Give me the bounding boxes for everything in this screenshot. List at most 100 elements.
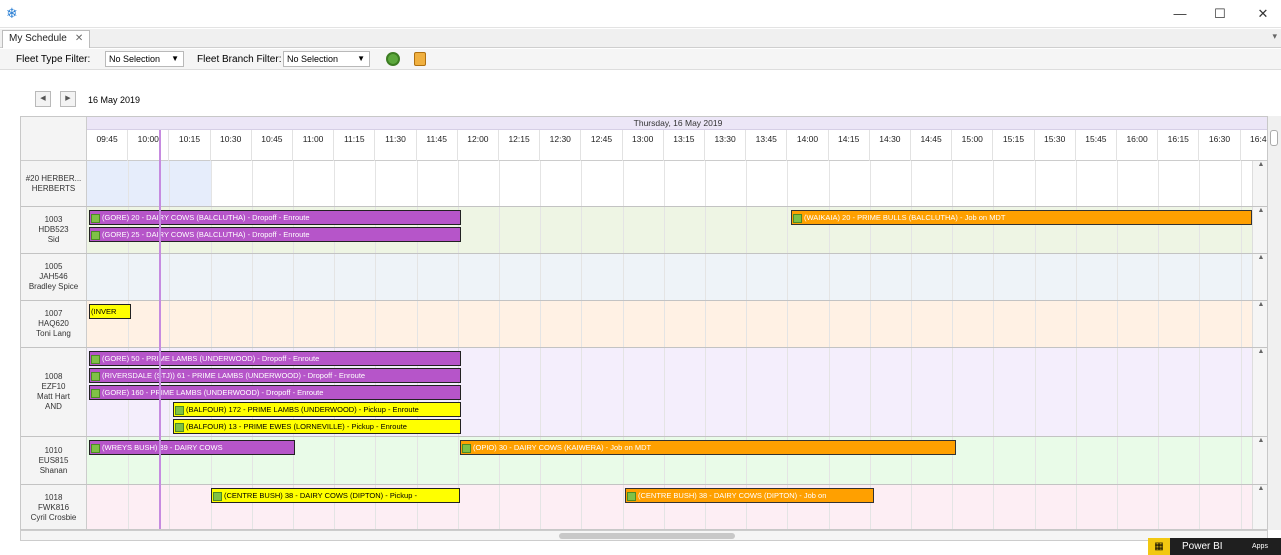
grid-line xyxy=(1158,437,1160,484)
time-header: 09:45 10:00 10:15 10:30 10:45 11:00 11:15 11:30… xyxy=(87,130,1267,161)
power-bi-icon[interactable]: ▦ xyxy=(1148,538,1170,555)
minimize-button[interactable]: — xyxy=(1165,4,1195,24)
grid-line xyxy=(1075,437,1077,484)
row-scrollbar[interactable]: ▲ xyxy=(1252,161,1267,206)
prev-day-button[interactable]: ◀ xyxy=(35,91,51,107)
time-label: 15:15 xyxy=(993,130,1035,161)
appointment-block[interactable]: (OPIO) 30 - DAIRY COWS (KAIWERA) - Job o… xyxy=(460,440,956,455)
resource-timeline[interactable]: (GORE) 20 - DAIRY COWS (BALCLUTHA) - Dro… xyxy=(87,207,1252,253)
horizontal-scrollbar[interactable] xyxy=(20,530,1268,541)
resource-timeline[interactable]: (WREYS BUSH) 39 - DAIRY COWS (OPIO) 30 - … xyxy=(87,437,1252,484)
close-window-button[interactable]: ✕ xyxy=(1248,4,1278,24)
fleet-type-select[interactable]: No Selection ▼ xyxy=(105,51,184,67)
resource-label: 1003 HDB523 Sid xyxy=(21,207,87,253)
appointment-block[interactable]: (BALFOUR) 13 - PRIME EWES (LORNEVILLE) -… xyxy=(173,419,461,434)
header-corner xyxy=(21,117,87,161)
row-scrollbar[interactable]: ▲ xyxy=(1252,207,1267,253)
appointment-block[interactable]: (CENTRE BUSH) 38 - DAIRY COWS (DIPTON) -… xyxy=(625,488,874,503)
appointment-block[interactable]: (BALFOUR) 172 - PRIME LAMBS (UNDERWOOD) … xyxy=(173,402,461,417)
grid-line xyxy=(1034,254,1036,300)
grid-line xyxy=(1034,437,1036,484)
grid-line xyxy=(705,348,706,436)
resource-label-line: 1005 xyxy=(44,262,63,271)
grid-line xyxy=(1117,485,1118,529)
row-scrollbar[interactable]: ▲ xyxy=(1252,348,1267,436)
resource-label-line: Toni Lang xyxy=(36,329,71,338)
grid-line xyxy=(499,161,500,206)
grid-line xyxy=(828,161,830,206)
resource-timeline[interactable]: (CENTRE BUSH) 38 - DAIRY COWS (DIPTON) -… xyxy=(87,485,1252,529)
resource-label-line: 1018 xyxy=(44,492,63,502)
appointment-block[interactable]: (INVER xyxy=(89,304,131,319)
resource-label-line: JAH546 xyxy=(39,272,68,281)
lock-icon[interactable] xyxy=(414,52,426,66)
row-scrollbar[interactable]: ▲ xyxy=(1252,254,1267,300)
status-check-icon xyxy=(213,491,222,501)
row-scrollbar[interactable]: ▲ xyxy=(1252,485,1267,529)
appointment-block[interactable]: (GORE) 25 - DAIRY COWS (BALCLUTHA) - Dro… xyxy=(89,227,461,242)
grid-line xyxy=(581,207,583,253)
grid-line xyxy=(499,207,500,253)
resource-row: 1008 EZF10 Matt Hart AND (GORE) 50 - PRIME L… xyxy=(21,348,1267,437)
grid-line xyxy=(416,161,418,206)
status-check-icon xyxy=(91,354,100,364)
resource-label: 1008 EZF10 Matt Hart AND xyxy=(21,348,87,436)
grid-line xyxy=(128,485,130,529)
row-scrollbar[interactable]: ▲ xyxy=(1252,437,1267,484)
fleet-branch-label: Fleet Branch Filter: xyxy=(197,54,282,65)
outer-scrollbar[interactable] xyxy=(1268,116,1281,530)
appointment-block[interactable]: (WAIKAIA) 20 - PRIME BULLS (BALCLUTHA) -… xyxy=(791,210,1252,225)
time-label: 10:45 xyxy=(252,130,293,161)
grid-line xyxy=(952,301,954,347)
appointment-block[interactable]: (CENTRE BUSH) 38 - DAIRY COWS (DIPTON) -… xyxy=(211,488,460,503)
grid-line xyxy=(993,437,995,484)
time-label: 11:15 xyxy=(334,130,376,161)
fleet-branch-value: No Selection xyxy=(287,54,339,64)
time-label: 15:30 xyxy=(1035,130,1076,161)
grid-line xyxy=(1199,254,1201,300)
time-label: 16:45 xyxy=(1241,130,1267,161)
grid-line xyxy=(622,301,624,347)
horizontal-scroll-thumb[interactable] xyxy=(559,533,735,539)
appointment-block[interactable]: (GORE) 20 - DAIRY COWS (BALCLUTHA) - Dro… xyxy=(89,210,461,225)
next-day-button[interactable]: ▶ xyxy=(60,91,76,107)
grid-line xyxy=(911,485,912,529)
appointment-text: (INVER xyxy=(91,307,117,316)
appointment-text: (BALFOUR) 172 - PRIME LAMBS (UNDERWOOD) … xyxy=(186,405,419,414)
grid-line xyxy=(869,348,871,436)
appointment-block[interactable]: (WREYS BUSH) 39 - DAIRY COWS xyxy=(89,440,295,455)
appointment-block[interactable]: (GORE) 50 - PRIME LAMBS (UNDERWOOD) - Dr… xyxy=(89,351,461,366)
resource-label-line: #20 HERBER... xyxy=(25,173,82,183)
apps-label[interactable]: Apps xyxy=(1252,538,1268,555)
tab-dropdown-icon[interactable]: ▾ xyxy=(1272,31,1277,42)
refresh-icon[interactable] xyxy=(386,52,400,66)
time-label: 11:00 xyxy=(293,130,335,161)
grid-line xyxy=(705,161,706,206)
resource-timeline[interactable] xyxy=(87,161,1252,206)
resource-label-line: Sid xyxy=(47,235,60,244)
resource-label: 1018 FWK816 Cyril Crosbie xyxy=(21,485,87,529)
maximize-button[interactable]: ☐ xyxy=(1205,4,1235,24)
resource-timeline[interactable]: (GORE) 50 - PRIME LAMBS (UNDERWOOD) - Dr… xyxy=(87,348,1252,436)
grid-line xyxy=(375,254,377,300)
app-snowflake-icon: ❄ xyxy=(6,5,18,21)
grid-line xyxy=(540,207,542,253)
resource-timeline[interactable]: (INVER xyxy=(87,301,1252,347)
tab-my-schedule[interactable]: My Schedule ✕ xyxy=(2,30,91,48)
tab-close-icon[interactable]: ✕ xyxy=(75,33,83,44)
appointment-text: (GORE) 25 - DAIRY COWS (BALCLUTHA) - Dro… xyxy=(102,230,310,239)
appointment-text: (CENTRE BUSH) 38 - DAIRY COWS (DIPTON) -… xyxy=(638,491,827,500)
appointment-block[interactable]: (GORE) 160 - PRIME LAMBS (UNDERWOOD) - D… xyxy=(89,385,461,400)
resource-timeline[interactable] xyxy=(87,254,1252,300)
time-label: 14:45 xyxy=(911,130,953,161)
grid-line xyxy=(457,301,459,347)
grid-line xyxy=(251,254,253,300)
fleet-branch-select[interactable]: No Selection ▼ xyxy=(283,51,370,67)
row-scrollbar[interactable]: ▲ xyxy=(1252,301,1267,347)
scroll-thumb[interactable] xyxy=(1270,130,1278,146)
resource-label-line: 1010 xyxy=(44,445,63,455)
grid-line xyxy=(828,301,830,347)
power-bi-label[interactable]: Power BI xyxy=(1182,538,1223,555)
resource-label-line: HAQ620 xyxy=(38,319,69,328)
appointment-block[interactable]: (RIVERSDALE (STJ)) 61 - PRIME LAMBS (UND… xyxy=(89,368,461,383)
